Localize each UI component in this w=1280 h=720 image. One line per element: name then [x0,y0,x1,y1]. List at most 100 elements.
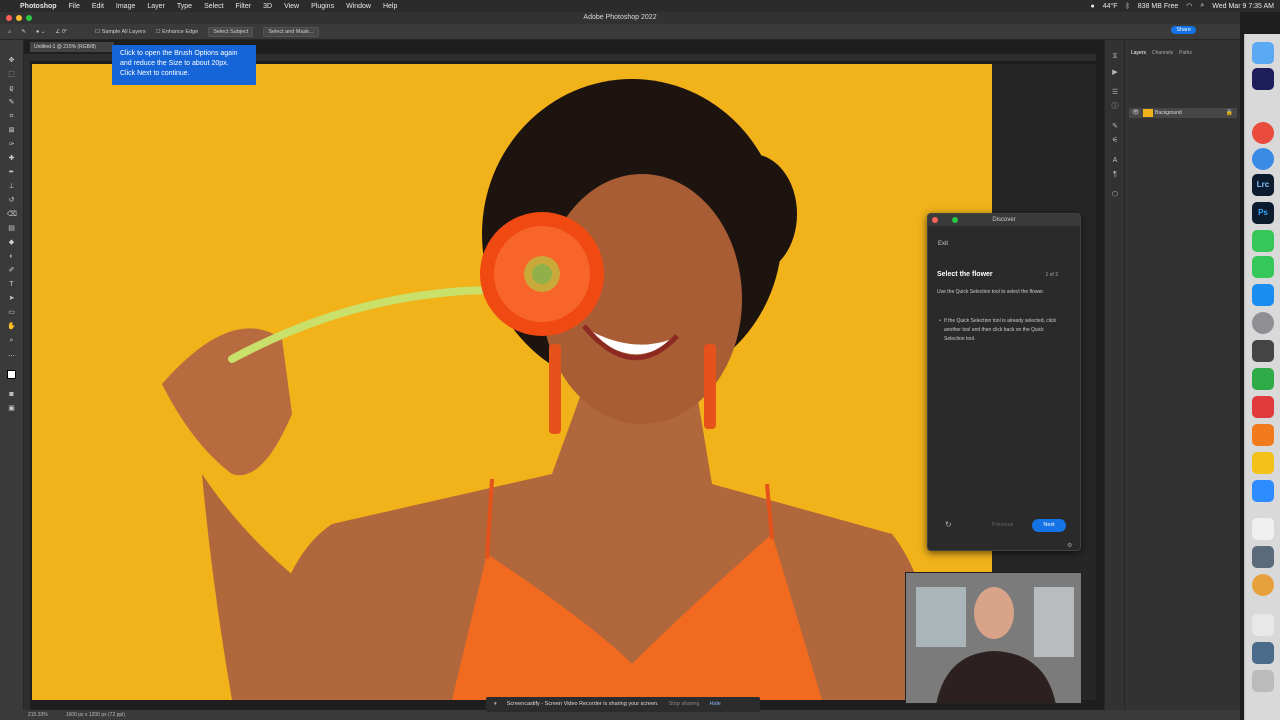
screenshot-dock-icon[interactable] [1252,546,1274,568]
minimize-window-icon[interactable] [16,15,22,21]
messages-dock-icon[interactable] [1252,230,1274,252]
record-icon[interactable]: ● [1090,3,1094,10]
menu-layer[interactable]: Layer [141,3,171,10]
tab-channels[interactable]: Channels [1152,50,1173,60]
weather-text[interactable]: 44°F [1103,3,1118,10]
textedit-dock-icon[interactable] [1252,518,1274,540]
trash-dock-icon[interactable] [1252,670,1274,692]
crop-tool-icon[interactable]: ⌗ [7,112,16,121]
stamp-tool-icon[interactable]: ⊥ [7,182,16,191]
menu-view[interactable]: View [278,3,305,10]
menu-select[interactable]: Select [198,3,229,10]
dodge-tool-icon[interactable]: ◐ [7,252,16,261]
screen-mode-icon[interactable]: ▣ [7,404,16,413]
reset-icon[interactable]: ↻ [945,520,952,529]
memory-text[interactable]: 838 MB Free [1138,3,1178,10]
preview-dock-icon[interactable] [1252,340,1274,362]
bluetooth-icon[interactable]: ᛒ [1126,3,1130,10]
tab-paths[interactable]: Paths [1179,50,1192,60]
marquee-tool-icon[interactable]: ⬚ [7,70,16,79]
finder-dock-icon[interactable] [1252,42,1274,64]
enhance-edge-checkbox[interactable]: ☐ Enhance Edge [156,29,199,35]
share-button[interactable]: Share [1171,26,1196,34]
info-icon[interactable]: ⓘ [1110,102,1120,112]
menu-file[interactable]: File [63,3,86,10]
eraser-tool-icon[interactable]: ⌫ [7,210,17,219]
chrome-dock-icon[interactable] [1252,122,1274,144]
paragraph-icon[interactable]: ¶ [1110,170,1120,180]
folder-dock-icon[interactable] [1252,642,1274,664]
menu-filter[interactable]: Filter [230,3,258,10]
angle-icon[interactable]: ∠ 0° [55,29,67,35]
home-icon[interactable]: ⌂ [8,29,11,35]
hide-button[interactable]: Hide [710,697,721,712]
menu-type[interactable]: Type [171,3,198,10]
document-dock-icon[interactable] [1252,614,1274,636]
hand-tool-icon[interactable]: ✋ [7,322,16,331]
gradient-tool-icon[interactable]: ▤ [7,224,16,233]
photoshop-dock-icon[interactable]: Ps [1252,202,1274,224]
tab-layers[interactable]: Layers [1131,50,1146,60]
discover-header[interactable]: Discover [928,214,1080,226]
safari-dock-icon[interactable] [1252,148,1274,170]
system-preferences-dock-icon[interactable] [1252,312,1274,334]
facetime-dock-icon[interactable] [1252,256,1274,278]
path-selection-icon[interactable]: ➤ [7,294,16,303]
acrobat-dock-icon[interactable] [1252,396,1274,418]
blur-tool-icon[interactable]: ◆ [7,238,16,247]
pen-tool-icon[interactable]: ✐ [7,266,16,275]
select-subject-button[interactable]: Select Subject [208,26,254,37]
wifi-icon[interactable]: ◠ [1186,2,1192,10]
next-button[interactable]: Next [1032,519,1066,532]
lasso-tool-icon[interactable]: ϱ [7,84,16,93]
document-canvas[interactable] [32,64,992,700]
settings-icon[interactable]: ⚙ [1067,542,1072,549]
brush-tool-icon[interactable]: ✒ [7,168,16,177]
font-app-dock-icon[interactable] [1252,452,1274,474]
select-and-mask-button[interactable]: Select and Mask... [263,26,319,37]
sample-all-layers-checkbox[interactable]: ☐ Sample All Layers [95,29,146,35]
app-dock-icon[interactable] [1252,368,1274,390]
history-icon[interactable]: ⧖ [1110,52,1120,62]
menu-window[interactable]: Window [340,3,377,10]
menu-help[interactable]: Help [377,3,403,10]
frame-tool-icon[interactable]: ⊠ [7,126,16,135]
zoom-window-icon[interactable] [26,15,32,21]
menu-3d[interactable]: 3D [257,3,278,10]
quick-selection-tool-icon[interactable]: ✎ [21,29,26,35]
more-tools-icon[interactable]: ⋯ [7,352,16,361]
actions-icon[interactable]: ▶ [1110,68,1120,78]
search-icon[interactable]: ⌕ [1200,2,1204,10]
brush-panel-icon[interactable]: ✎ [1110,122,1120,132]
menu-plugins[interactable]: Plugins [305,3,340,10]
type-tool-icon[interactable]: T [7,280,16,289]
lightroom-dock-icon[interactable]: Lrc [1252,174,1274,196]
menu-edit[interactable]: Edit [86,3,110,10]
zoom-dock-icon[interactable] [1252,480,1274,502]
app-store-dock-icon[interactable] [1252,284,1274,306]
character-icon[interactable]: A [1110,156,1120,166]
photos-dock-icon[interactable] [1252,574,1274,596]
shape-tool-icon[interactable]: ▭ [7,308,16,317]
document-tab[interactable]: Untitled-1 @ 215% (RGB/8) [30,42,114,52]
menu-image[interactable]: Image [110,3,141,10]
3d-icon[interactable]: ⬡ [1110,190,1120,200]
layer-row[interactable]: 👁 Background 🔒 [1129,108,1237,118]
adjustments-icon[interactable]: ☰ [1110,88,1120,98]
zoom-level[interactable]: 215.33% [28,710,48,720]
healing-tool-icon[interactable]: ✚ [7,154,16,163]
brush-preset-icon[interactable]: ● ⌄ [36,29,45,35]
quick-mask-icon[interactable]: ◙ [7,390,16,399]
document-size[interactable]: 1600 px x 1200 px (72 ppi) [66,710,125,720]
brush-settings-icon[interactable]: ⚟ [1110,136,1120,146]
books-dock-icon[interactable] [1252,424,1274,446]
eyedropper-tool-icon[interactable]: ✑ [7,140,16,149]
lock-icon[interactable]: 🔒 [1226,108,1233,118]
datetime-text[interactable]: Wed Mar 9 7:35 AM [1212,3,1274,10]
visibility-icon[interactable]: 👁 [1132,108,1140,118]
zoom-tool-icon[interactable]: ⌕ [7,336,16,345]
exit-button[interactable]: Exit [938,241,948,247]
screen-recorder-dock-icon[interactable] [1252,68,1274,90]
foreground-color-swatch[interactable] [7,370,16,379]
quick-select-tool-icon[interactable]: ✎ [7,98,16,107]
